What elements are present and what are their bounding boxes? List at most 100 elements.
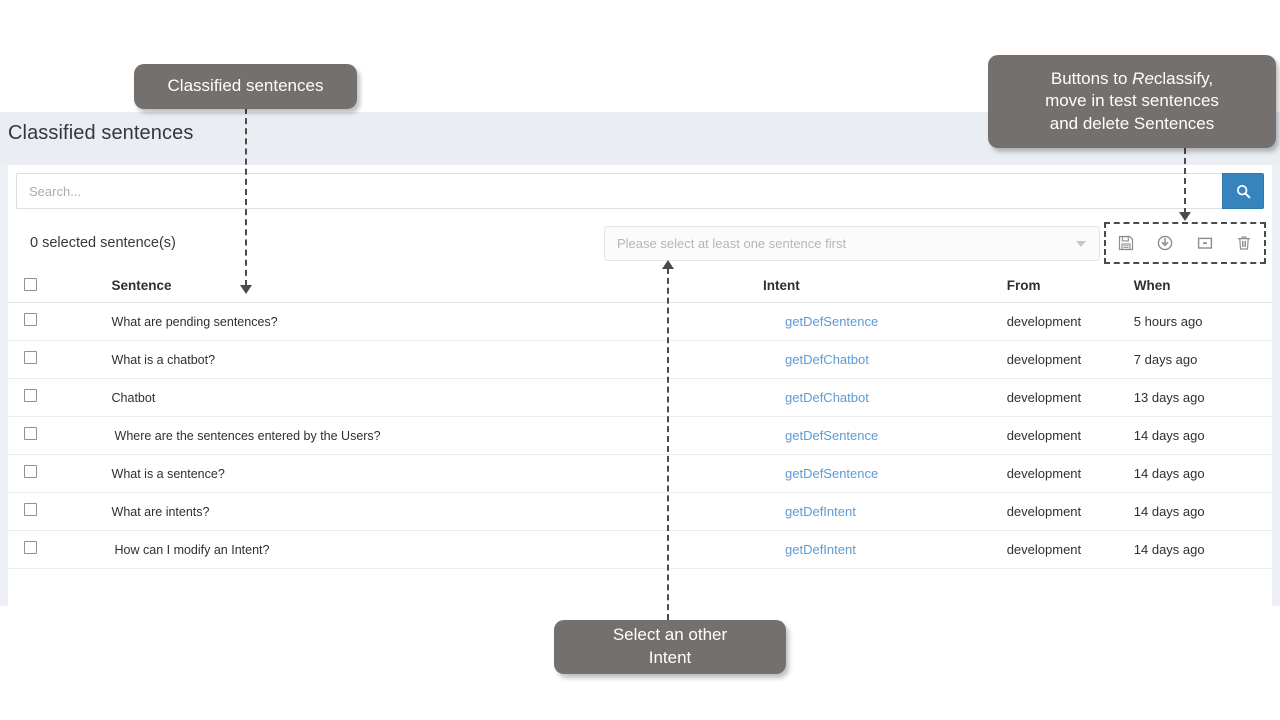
- when-text: 5 hours ago: [1133, 313, 1203, 329]
- row-checkbox[interactable]: [24, 502, 37, 516]
- when-text: 14 days ago: [1133, 541, 1205, 557]
- cell-from: development: [1006, 416, 1134, 455]
- cell-from: development: [1006, 340, 1134, 379]
- sentence-text: How can I modify an Intent?: [114, 542, 270, 557]
- callout-buttons-line-1: Buttons to Reclassify,: [1045, 68, 1219, 91]
- cell-intent: getDefChatbot: [763, 378, 1007, 417]
- cell-intent: getDefChatbot: [763, 340, 1007, 379]
- cell-sentence: Where are the sentences entered by the U…: [63, 416, 763, 455]
- intent-link[interactable]: getDefIntent: [763, 504, 856, 519]
- cell-when: 14 days ago: [1133, 454, 1272, 493]
- intent-link[interactable]: getDefSentence: [763, 428, 878, 443]
- table-row[interactable]: Chatbot getDefChatbot development 13 day…: [8, 378, 1272, 417]
- annotation-arrow-select-intent: [662, 260, 674, 269]
- row-checkbox[interactable]: [24, 312, 37, 326]
- intent-select[interactable]: Please select at least one sentence firs…: [604, 226, 1100, 261]
- cell-intent: getDefIntent: [763, 492, 1007, 531]
- cell-from: development: [1006, 302, 1134, 341]
- selected-count-label: 0 selected sentence(s): [30, 235, 176, 251]
- table-row[interactable]: What is a sentence? getDefSentence devel…: [8, 454, 1272, 493]
- sentence-text: Where are the sentences entered by the U…: [114, 428, 381, 443]
- annotation-line-select-intent: [667, 268, 669, 620]
- trash-icon[interactable]: [1231, 230, 1257, 256]
- row-select-cell: [8, 454, 64, 493]
- search-button[interactable]: [1222, 173, 1264, 209]
- from-text: development: [1006, 503, 1082, 519]
- table-row[interactable]: Where are the sentences entered by the U…: [8, 416, 1272, 455]
- sentence-text: What is a chatbot?: [111, 352, 216, 367]
- column-header-from-label: From: [1006, 278, 1041, 293]
- clock-arrow-icon[interactable]: [1152, 230, 1178, 256]
- select-all-cell: [8, 269, 64, 303]
- action-icons-toolbar: [1104, 222, 1266, 264]
- cell-sentence: What is a sentence?: [63, 454, 763, 493]
- row-checkbox[interactable]: [24, 540, 37, 554]
- callout-classified-text: Classified sentences: [167, 76, 324, 96]
- cell-when: 7 days ago: [1133, 340, 1272, 379]
- table-row[interactable]: How can I modify an Intent? getDefIntent…: [8, 530, 1272, 569]
- row-checkbox[interactable]: [24, 350, 37, 364]
- from-text: development: [1006, 351, 1082, 367]
- cell-when: 13 days ago: [1133, 378, 1272, 417]
- table-row[interactable]: What are pending sentences? getDefSenten…: [8, 302, 1272, 341]
- callout-buttons-line1-emphasis: Re: [1132, 68, 1154, 88]
- row-select-cell: [8, 340, 64, 379]
- column-header-sentence[interactable]: Sentence: [63, 269, 763, 303]
- row-checkbox[interactable]: [24, 426, 37, 440]
- search-input[interactable]: [16, 173, 1232, 209]
- callout-buttons-line-2: move in test sentences: [1045, 91, 1219, 111]
- table-body: What are pending sentences? getDefSenten…: [8, 302, 1272, 569]
- intent-link[interactable]: getDefChatbot: [763, 390, 869, 405]
- cell-sentence: What is a chatbot?: [63, 340, 763, 379]
- classified-sentences-card: 0 selected sentence(s) Please select at …: [8, 165, 1272, 606]
- table-row[interactable]: What are intents? getDefIntent developme…: [8, 492, 1272, 531]
- cell-from: development: [1006, 454, 1134, 493]
- callout-select-line-1: Select an other: [612, 625, 728, 645]
- column-header-from[interactable]: From: [1006, 269, 1134, 303]
- table-header-row: Sentence Intent From When: [8, 269, 1272, 303]
- when-text: 7 days ago: [1133, 351, 1198, 367]
- save-icon[interactable]: [1113, 230, 1139, 256]
- sentences-table: Sentence Intent From When What are pendi…: [8, 269, 1272, 569]
- annotation-arrow-buttons: [1179, 212, 1191, 221]
- cell-when: 14 days ago: [1133, 530, 1272, 569]
- row-select-cell: [8, 492, 64, 531]
- from-text: development: [1006, 465, 1082, 481]
- annotation-arrow-classified: [240, 285, 252, 294]
- column-header-intent[interactable]: Intent: [763, 269, 1007, 303]
- callout-action-buttons: Buttons to Reclassify, move in test sent…: [988, 55, 1276, 148]
- callout-buttons-line-3: and delete Sentences: [1049, 113, 1215, 133]
- intent-link[interactable]: getDefSentence: [763, 466, 878, 481]
- column-header-sentence-label: Sentence: [111, 278, 172, 293]
- from-text: development: [1006, 427, 1082, 443]
- intent-link[interactable]: getDefChatbot: [763, 352, 869, 367]
- row-checkbox[interactable]: [24, 464, 37, 478]
- sentence-text: Chatbot: [111, 390, 156, 405]
- archive-box-icon[interactable]: [1192, 230, 1218, 256]
- page-title: Classified sentences: [8, 122, 194, 144]
- cell-intent: getDefIntent: [763, 530, 1007, 569]
- cell-from: development: [1006, 530, 1134, 569]
- chevron-down-icon: [1076, 240, 1086, 247]
- cell-intent: getDefSentence: [763, 416, 1007, 455]
- row-checkbox[interactable]: [24, 388, 37, 402]
- cell-sentence: How can I modify an Intent?: [63, 530, 763, 569]
- intent-link[interactable]: getDefIntent: [763, 542, 856, 557]
- annotation-line-classified: [245, 108, 247, 286]
- cell-sentence: Chatbot: [63, 378, 763, 417]
- cell-sentence: What are pending sentences?: [63, 302, 763, 341]
- search-bar: [16, 173, 1264, 209]
- column-header-when[interactable]: When: [1133, 269, 1272, 303]
- when-text: 14 days ago: [1133, 427, 1205, 443]
- from-text: development: [1006, 541, 1082, 557]
- table-row[interactable]: What is a chatbot? getDefChatbot develop…: [8, 340, 1272, 379]
- row-select-cell: [8, 378, 64, 417]
- callout-buttons-line1-post: classify,: [1153, 68, 1214, 88]
- cell-sentence: What are intents?: [63, 492, 763, 531]
- cell-from: development: [1006, 492, 1134, 531]
- intent-link[interactable]: getDefSentence: [763, 314, 878, 329]
- when-text: 14 days ago: [1133, 503, 1205, 519]
- annotation-line-buttons: [1184, 148, 1186, 214]
- select-all-checkbox[interactable]: [24, 277, 37, 291]
- from-text: development: [1006, 313, 1082, 329]
